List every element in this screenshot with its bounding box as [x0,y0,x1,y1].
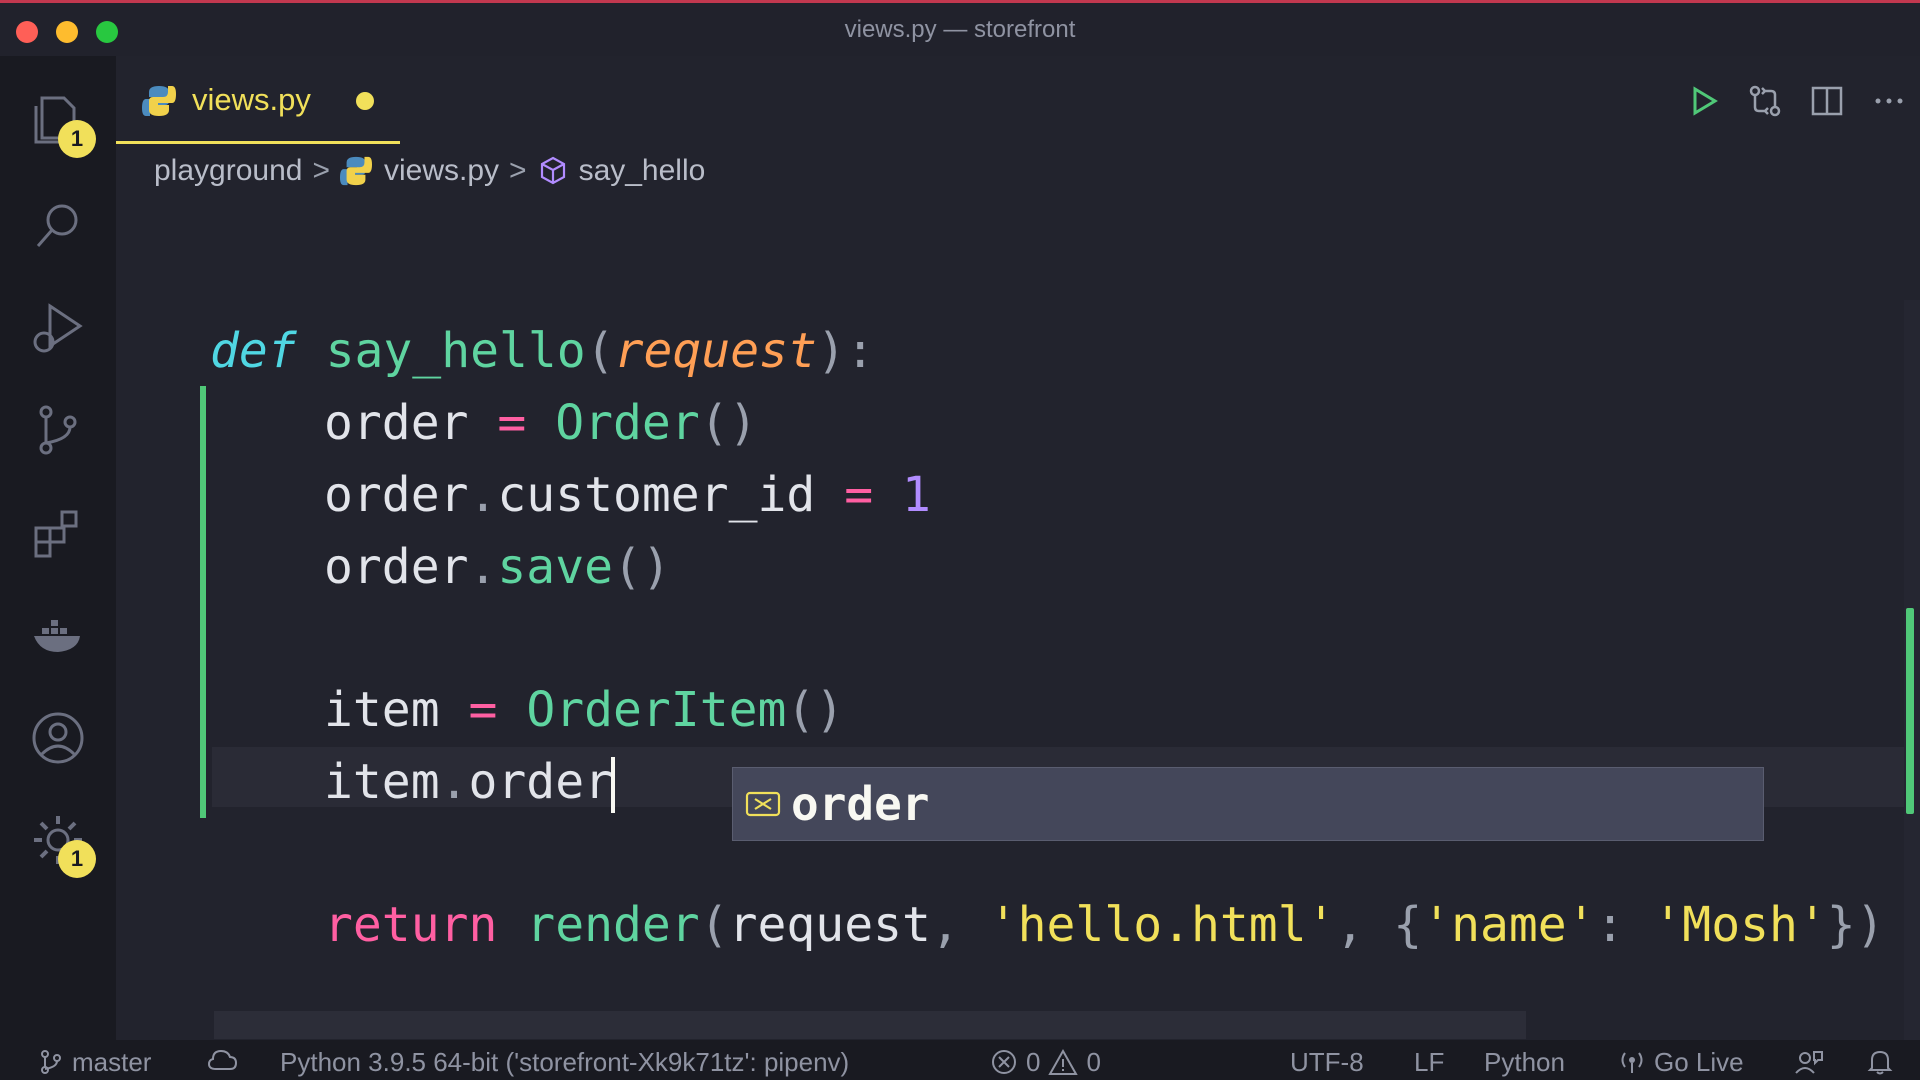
more-actions-button[interactable] [1858,76,1920,126]
notifications-button[interactable] [1866,1044,1902,1080]
activity-docker[interactable] [24,602,92,670]
language-mode[interactable]: Python [1484,1044,1565,1080]
search-icon [36,204,78,247]
split-editor-icon [1811,86,1843,116]
code-line-4: order.save() [324,539,671,595]
title-bar: views.py — storefront [0,0,1920,56]
encoding-indicator[interactable]: UTF-8 [1290,1044,1364,1080]
method-cube-icon [540,156,565,185]
text-cursor [611,757,615,813]
extensions-icon [34,510,78,558]
chevron-right-icon: > [509,154,527,187]
breadcrumb-folder[interactable]: playground [154,154,302,188]
breadcrumb: playground > views.py > say_hello [154,146,705,196]
horizontal-scrollbar[interactable] [214,1011,1526,1039]
warning-count: 0 [1086,1046,1101,1077]
editor-actions [1672,76,1920,126]
eol-indicator[interactable]: LF [1414,1044,1444,1080]
status-bar: master Python 3.9.5 64-bit ('storefront-… [0,1040,1920,1080]
window-title: views.py — storefront [844,16,1076,43]
source-control-icon [39,405,77,455]
manage-badge: 1 [58,840,96,878]
compare-changes-icon [1749,85,1781,117]
chevron-right-icon: > [312,154,330,187]
code-line-1: def say_hello(request): [210,323,875,379]
run-button[interactable] [1672,76,1734,126]
unsaved-dot-icon[interactable] [356,92,374,110]
compare-changes-button[interactable] [1734,76,1796,126]
activity-source-control[interactable] [24,396,92,464]
split-editor-button[interactable] [1796,76,1858,126]
activity-bar: 1 1 [0,56,116,1040]
run-debug-icon [33,303,83,353]
broadcast-icon [1621,1052,1643,1073]
interpreter-label: Python 3.9.5 64-bit ('storefront-Xk9k71t… [280,1046,850,1077]
git-added-gutter [200,386,206,818]
account-icon [32,712,84,764]
tab-bar: views.py [116,56,1920,144]
activity-search[interactable] [24,192,92,260]
feedback-icon [1795,1051,1823,1074]
code-line-3: order.customer_id = 1 [324,467,931,523]
docker-icon [34,620,80,652]
scrollbar-change-marker [1906,608,1914,814]
python-interpreter[interactable]: Python 3.9.5 64-bit ('storefront-Xk9k71t… [280,1044,849,1080]
python-icon [142,86,176,116]
python-icon [339,156,372,186]
activity-run-debug[interactable] [24,294,92,362]
suggestion-label: order [791,777,930,831]
field-icon [743,784,783,824]
code-line-9: return render(request, 'hello.html', {'n… [324,897,1885,953]
bell-icon [1867,1050,1893,1075]
tab-label: views.py [192,82,311,117]
run-icon [1693,86,1718,116]
activity-extensions[interactable] [24,500,92,568]
explorer-badge: 1 [58,120,96,158]
go-live-button[interactable]: Go Live [1618,1044,1744,1080]
problems-indicator[interactable]: 0 0 [990,1044,1101,1080]
activity-explorer[interactable]: 1 [24,86,96,158]
sync-button[interactable] [208,1044,246,1080]
code-line-7: item.order [324,753,615,813]
error-icon [992,1050,1016,1074]
activity-manage[interactable]: 1 [24,806,96,878]
branch-indicator[interactable]: master [38,1044,151,1080]
warning-icon [1048,1048,1079,1075]
vertical-scrollbar[interactable] [1904,300,1920,1040]
cloud-sync-icon [208,1049,238,1070]
code-line-2: order = Order() [324,395,758,451]
tab-views-py[interactable]: views.py [116,56,400,144]
breadcrumb-file[interactable]: views.py [384,154,499,188]
editor-area: views.py playground > views.py > say_hel… [116,56,1920,1040]
more-actions-icon [1875,98,1903,104]
suggestion-item[interactable]: order [733,768,1763,840]
code-line-6: item = OrderItem() [324,682,845,738]
suggestion-widget: order [732,767,1764,841]
feedback-button[interactable] [1794,1044,1832,1080]
activity-accounts[interactable] [24,704,92,772]
breadcrumb-symbol[interactable]: say_hello [579,154,706,188]
error-count: 0 [1026,1046,1041,1077]
branch-icon [41,1050,61,1074]
branch-name: master [72,1046,152,1077]
